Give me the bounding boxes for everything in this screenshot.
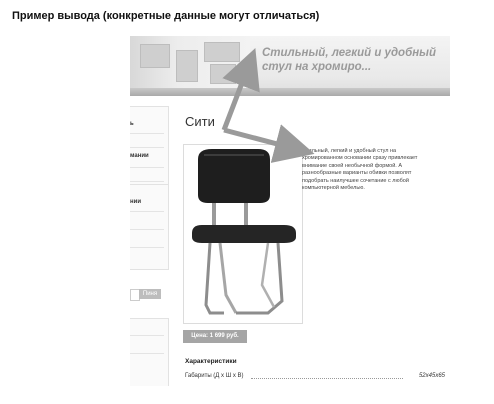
page-caption: Пример вывода (конкретные данные могут о…	[12, 10, 320, 22]
product-title: Сити	[185, 114, 215, 129]
sidebar-block-title: ь	[130, 121, 134, 127]
sidebar-block-title: нии	[130, 199, 142, 205]
sidebar-block-extra	[130, 318, 169, 386]
spec-label: Габариты (Д х Ш х В)	[185, 373, 244, 379]
product-description: Стильный, легкий и удобный стул на хроми…	[302, 148, 418, 192]
site-banner: Стильный, легкий и удобный стул на хроми…	[130, 36, 450, 96]
spec-dots	[251, 378, 403, 379]
search-button[interactable]: Пиня	[139, 289, 161, 299]
product-photo[interactable]	[183, 144, 303, 324]
banner-strip	[130, 88, 450, 96]
sidebar-block-catalog: нии	[130, 184, 169, 270]
spec-row: Габариты (Д х Ш х В) 52x45x65	[185, 373, 447, 379]
product-page-screenshot: Стильный, легкий и удобный стул на хроми…	[130, 36, 450, 386]
banner-room-image	[130, 36, 250, 96]
chair-image	[192, 149, 296, 315]
spec-value: 52x45x65	[418, 373, 445, 379]
price-badge: Цена: 1 699 руб.	[183, 330, 247, 343]
sidebar-item[interactable]: мании	[130, 153, 149, 159]
banner-slogan: Стильный, легкий и удобный стул на хроми…	[262, 47, 436, 73]
specs-title: Характеристики	[185, 358, 237, 365]
